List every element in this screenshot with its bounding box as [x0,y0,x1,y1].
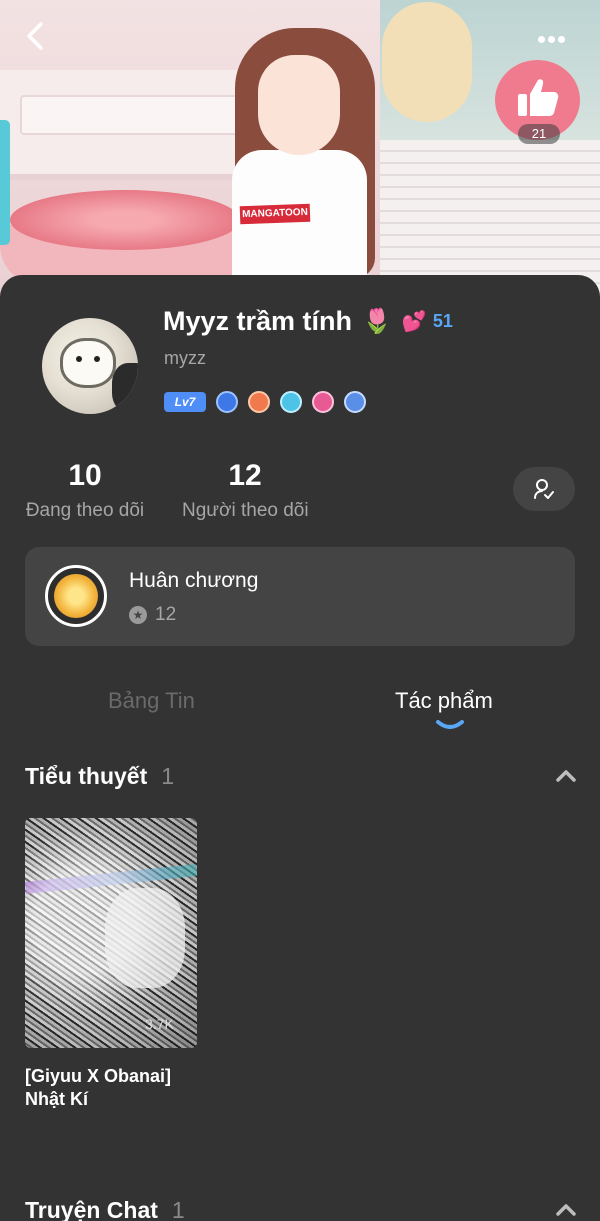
novels-section-title: Tiểu thuyết [25,763,148,789]
avatar-eye [76,356,82,362]
following-stat[interactable]: 10 Đang theo dõi [25,458,145,522]
chevron-up-icon[interactable] [554,768,578,784]
medals-title: Huân chương [129,569,259,592]
chat-section-count: 1 [171,1197,185,1221]
blue-medal-icon[interactable] [344,391,366,413]
profile-username: myzz [164,348,206,368]
chevron-up-icon[interactable] [554,1202,578,1218]
medals-card[interactable]: Huân chương ★ 12 [25,547,575,646]
novels-section-count: 1 [161,763,175,789]
banner-stool [10,190,240,250]
novel-views: 3.7K [145,1016,174,1032]
user-check-icon [534,479,554,499]
medal-icon [45,565,107,627]
banner-character-face [258,55,340,155]
chat-section-title: Truyện Chat [25,1197,158,1221]
novels-section-header: Tiểu thuyết 1 [25,763,174,790]
cover-art-face [105,888,185,988]
following-label: Đang theo dõi [25,500,145,521]
drop-medal-icon[interactable] [216,391,238,413]
novel-title[interactable]: [Giyuu X Obanai] Nhật Kí [25,1065,215,1111]
followers-stat[interactable]: 12 Người theo dõi [182,458,309,522]
banner-teddy-bear [382,2,472,122]
tab-feed[interactable]: Bảng Tin [108,688,195,714]
novel-cover[interactable]: 3.7K [25,818,197,1048]
medal-core [54,574,98,618]
star-icon: ★ [129,606,147,624]
avatar[interactable] [42,318,138,414]
avatar-eye [94,356,100,362]
pink-medal-icon[interactable] [312,391,334,413]
avatar-cat [112,363,138,413]
chat-section-header: Truyện Chat 1 [25,1197,185,1221]
tab-active-indicator [436,720,464,729]
follow-button[interactable] [513,467,575,511]
banner-side-tab [0,120,10,245]
following-count: 10 [68,459,102,492]
heart-count: 51 [432,310,453,331]
wings-medal-icon[interactable] [248,391,270,413]
tab-works[interactable]: Tác phẩm [395,688,493,714]
profile-name: Myyz trầm tính [163,305,353,336]
shirt-logo: MANGATOON [239,203,311,225]
followers-label: Người theo dõi [182,500,309,521]
name-row: Myyz trầm tính 🌷 💕 51 [163,303,453,339]
more-options-icon[interactable] [538,30,576,43]
medals-count-row: ★ 12 [129,604,176,626]
level-badge[interactable]: Lv7 [164,392,206,412]
crystal-medal-icon[interactable] [280,391,302,413]
avatar-plush [60,338,116,388]
hearts-icon: 💕 [401,310,427,333]
back-arrow-icon[interactable] [18,18,54,54]
profile-banner: MANGATOON [0,0,600,300]
badge-row: Lv7 [164,391,366,413]
thumbs-up-icon[interactable] [514,74,562,122]
followers-count: 12 [228,459,262,492]
banner-drawer [20,95,260,135]
tulip-icon: 🌷 [362,307,392,335]
medals-count: 12 [155,604,177,625]
like-count: 21 [518,124,560,144]
